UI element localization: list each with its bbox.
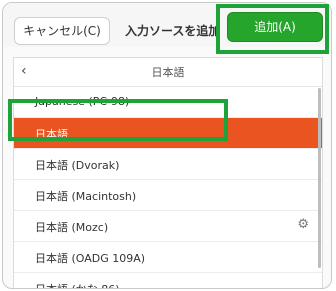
- list-item-label: 日本語 (Mozc): [35, 221, 109, 234]
- list-item-japanese-kana86[interactable]: 日本語 (かな 86): [14, 273, 322, 288]
- list-item-label: 日本語 (かな 86): [35, 281, 120, 288]
- cancel-button[interactable]: キャンセル(C): [14, 17, 110, 45]
- list-item-label: 日本語 (Dvorak): [35, 159, 120, 172]
- list-header: ‹ 日本語: [14, 58, 322, 87]
- list-header-title: 日本語: [151, 66, 185, 79]
- list-item-japanese-mozc[interactable]: 日本語 (Mozc) ⚙: [14, 211, 322, 242]
- list-item-label: 日本語 (OADG 109A): [35, 252, 146, 265]
- scrollbar[interactable]: [318, 88, 321, 268]
- list-item-label: 日本語 (Macintosh): [35, 190, 137, 203]
- selected-item-highlight: [8, 99, 228, 141]
- input-source-list: ‹ 日本語 Japanese (PC-98) 日本語 日本語 (Dvorak) …: [13, 57, 323, 288]
- list-item-japanese-dvorak[interactable]: 日本語 (Dvorak): [14, 149, 322, 180]
- dialog-title: 入力ソースを追加: [125, 24, 221, 38]
- list-item-japanese-macintosh[interactable]: 日本語 (Macintosh): [14, 180, 322, 211]
- gear-icon[interactable]: ⚙: [297, 217, 309, 232]
- list-item-japanese-oadg[interactable]: 日本語 (OADG 109A): [14, 242, 322, 273]
- add-button[interactable]: 追加(A): [227, 12, 323, 42]
